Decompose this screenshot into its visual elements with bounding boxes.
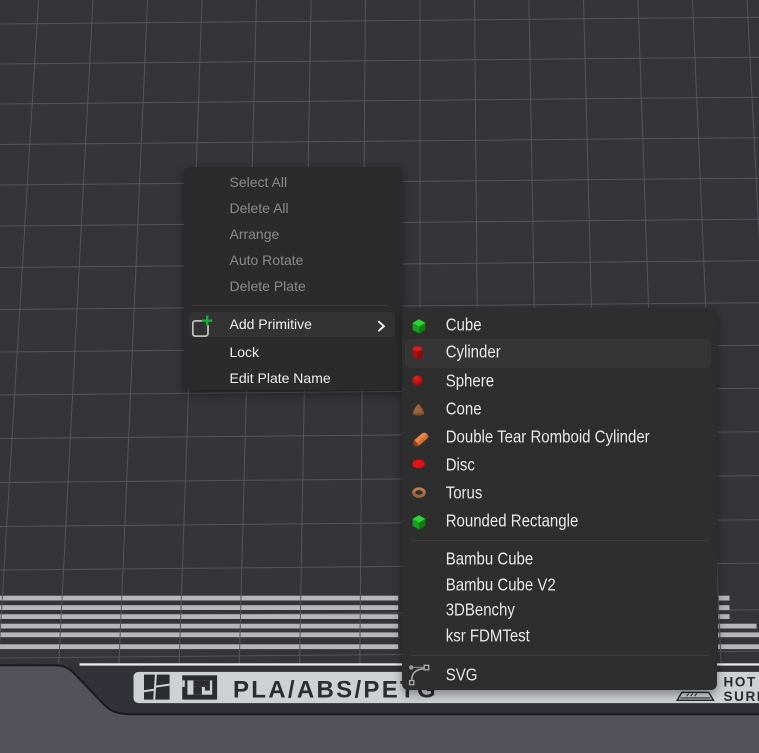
svg-text:HOT: HOT xyxy=(724,675,757,690)
svg-text:SURFACE: SURFACE xyxy=(724,689,759,704)
